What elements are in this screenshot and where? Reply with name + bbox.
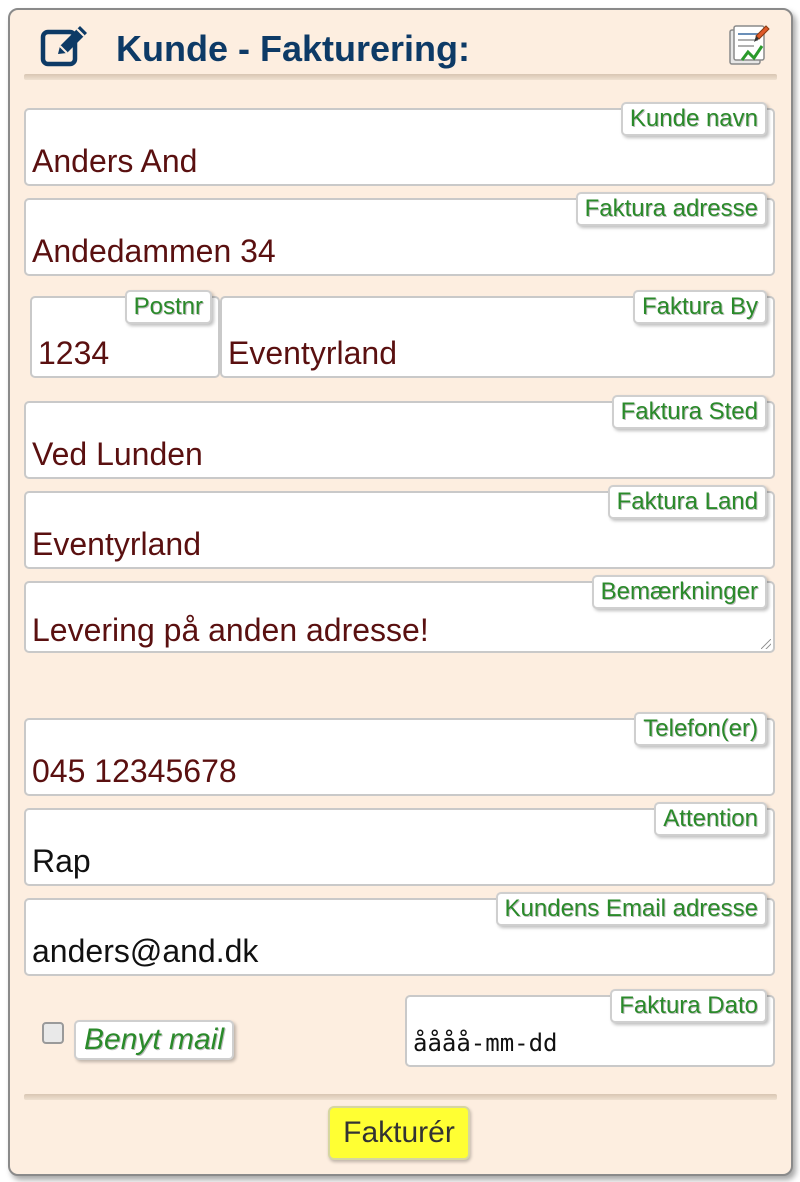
- remarks-value: Levering på anden adresse!: [32, 612, 429, 648]
- invoice-country-label: Faktura Land: [607, 485, 767, 519]
- remarks-label: Bemærkninger: [591, 575, 767, 609]
- invoice-date-label: Faktura Dato: [610, 989, 767, 1023]
- footer-divider: [24, 1094, 777, 1100]
- invoice-submit-button[interactable]: Fakturér: [328, 1106, 470, 1160]
- invoice-country-field[interactable]: Faktura Land Eventyrland: [24, 485, 775, 569]
- invoice-city-field[interactable]: Faktura By Eventyrland: [220, 290, 775, 378]
- invoice-address-label: Faktura adresse: [575, 192, 767, 226]
- customer-email-field[interactable]: Kundens Email adresse anders@and.dk: [24, 892, 775, 976]
- edit-icon: [40, 26, 87, 67]
- use-mail-checkbox[interactable]: [42, 1022, 64, 1044]
- postal-code-field[interactable]: Postnr 1234: [30, 290, 220, 378]
- invoice-city-value: Eventyrland: [228, 335, 397, 371]
- customer-name-label: Kunde navn: [620, 102, 767, 136]
- attention-value: Rap: [32, 843, 91, 879]
- report-icon[interactable]: [726, 22, 770, 68]
- invoice-panel: Kunde - Fakturering: Kunde navn Anders A…: [8, 8, 793, 1176]
- postal-code-label: Postnr: [124, 290, 212, 324]
- panel-header: Kunde - Fakturering:: [10, 10, 791, 82]
- customer-name-field[interactable]: Kunde navn Anders And: [24, 102, 775, 186]
- resize-handle-icon[interactable]: [761, 639, 771, 649]
- postal-code-value: 1234: [38, 335, 110, 371]
- customer-name-value: Anders And: [32, 143, 198, 179]
- invoice-address-field[interactable]: Faktura adresse Andedammen 34: [24, 192, 775, 276]
- invoice-city-label: Faktura By: [632, 290, 767, 324]
- use-mail-label[interactable]: Benyt mail: [74, 1020, 235, 1060]
- header-divider: [24, 74, 777, 80]
- remarks-textarea[interactable]: Bemærkninger Levering på anden adresse!: [24, 575, 775, 653]
- page-title: Kunde - Fakturering:: [116, 28, 471, 69]
- phone-field[interactable]: Telefon(er) 045 12345678: [24, 712, 775, 796]
- invoice-address-value: Andedammen 34: [32, 233, 276, 269]
- invoice-place-field[interactable]: Faktura Sted Ved Lunden: [24, 395, 775, 479]
- invoice-place-label: Faktura Sted: [611, 395, 767, 429]
- invoice-country-value: Eventyrland: [32, 526, 201, 562]
- customer-email-value: anders@and.dk: [32, 933, 259, 969]
- invoice-date-placeholder: åååå-mm-dd: [413, 1029, 558, 1057]
- attention-field[interactable]: Attention Rap: [24, 802, 775, 886]
- invoice-place-value: Ved Lunden: [32, 436, 203, 472]
- customer-email-label: Kundens Email adresse: [495, 892, 767, 926]
- invoice-date-field[interactable]: Faktura Dato åååå-mm-dd: [405, 989, 775, 1067]
- phone-value: 045 12345678: [32, 753, 237, 789]
- phone-label: Telefon(er): [634, 712, 767, 746]
- attention-label: Attention: [654, 802, 767, 836]
